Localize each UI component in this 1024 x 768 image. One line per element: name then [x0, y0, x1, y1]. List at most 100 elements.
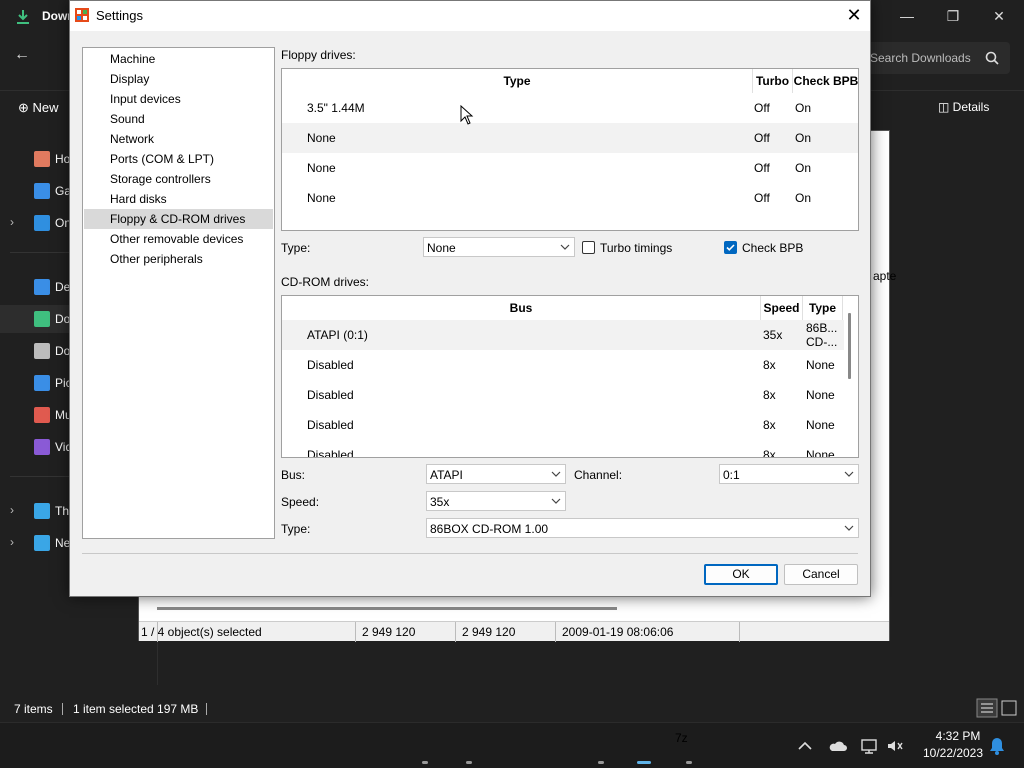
- checkmark-icon: [726, 244, 735, 251]
- view-toggle-icons[interactable]: [976, 698, 1020, 718]
- network-icon[interactable]: [860, 737, 878, 755]
- cdrom-disabled-icon: [286, 417, 302, 433]
- dialog-title: Settings: [96, 8, 143, 23]
- this-pc-icon: [34, 503, 50, 519]
- cdrom-type-dropdown[interactable]: 86BOX CD-ROM 1.00: [426, 518, 859, 538]
- clock-date[interactable]: 10/22/2023: [918, 746, 988, 760]
- cdrom-col-type[interactable]: Type: [803, 296, 843, 320]
- floppy-row[interactable]: 3.5" 1.44M Off On: [282, 93, 858, 123]
- floppy-turbo-cell: Off: [754, 191, 770, 205]
- status-divider: [455, 622, 456, 642]
- floppy-type-cell: None: [307, 191, 336, 205]
- 86box-icon[interactable]: [631, 731, 659, 759]
- cdrom-speed-cell: 8x: [763, 358, 776, 372]
- svg-text:7z: 7z: [675, 731, 688, 745]
- cdrom-disabled-icon: [286, 357, 302, 373]
- cdrom-row[interactable]: Disabled 8x None: [282, 350, 844, 380]
- floppy-col-turbo[interactable]: Turbo: [753, 69, 793, 93]
- cdrom-col-bus[interactable]: Bus: [282, 296, 761, 320]
- cdrom-bus-dropdown[interactable]: ATAPI: [426, 464, 566, 484]
- floppy-row[interactable]: None Off On: [282, 153, 858, 183]
- category-machine[interactable]: Machine: [84, 49, 273, 69]
- hard-disks-icon: [86, 191, 102, 207]
- running-indicator: [466, 761, 472, 764]
- cdrom-type-cell: None: [806, 388, 835, 402]
- cdrom-speed-cell: 8x: [763, 388, 776, 402]
- category-floppy-cd-rom-drives[interactable]: Floppy & CD-ROM drives: [84, 209, 273, 229]
- cdrom-disabled-icon: [286, 387, 302, 403]
- cdrom-type-label: Type:: [281, 522, 311, 536]
- file-explorer-icon[interactable]: [411, 731, 439, 759]
- close-button[interactable]: ✕: [976, 4, 1022, 28]
- horizontal-scrollbar[interactable]: [157, 607, 617, 610]
- onedrive-icon[interactable]: [828, 737, 848, 755]
- cdrom-row[interactable]: Disabled 8x None: [282, 440, 844, 457]
- category-ports-com-lpt[interactable]: Ports (COM & LPT): [84, 149, 273, 169]
- cdrom-row[interactable]: Disabled 8x None: [282, 410, 844, 440]
- chevron-right-icon[interactable]: ›: [10, 535, 14, 549]
- floppy-type-value: None: [427, 241, 456, 255]
- cdrom-table-scrollbar[interactable]: [848, 313, 851, 379]
- category-hard-disks[interactable]: Hard disks: [84, 189, 273, 209]
- storage-controllers-icon: [86, 171, 102, 187]
- sound-icon: [86, 111, 102, 127]
- search-button-icon[interactable]: [367, 731, 395, 759]
- cdrom-row[interactable]: Disabled 8x None: [282, 380, 844, 410]
- chevron-right-icon[interactable]: ›: [10, 503, 14, 517]
- status-divider: [62, 703, 63, 715]
- volume-muted-icon[interactable]: [886, 737, 904, 755]
- app-c-icon[interactable]: [543, 731, 571, 759]
- music-icon: [34, 407, 50, 423]
- chevron-up-icon[interactable]: [796, 739, 814, 753]
- chevron-down-icon: [844, 471, 854, 477]
- gallery-icon: [34, 183, 50, 199]
- back-arrow-icon[interactable]: ←: [14, 46, 30, 64]
- onedrive-icon: [34, 215, 50, 231]
- downloads-icon: [34, 311, 50, 327]
- cdrom-row[interactable]: ATAPI (0:1) 35x 86B... CD-...: [282, 320, 844, 350]
- cdrom-channel-value: 0:1: [723, 468, 740, 482]
- floppy-col-check-bpb[interactable]: Check BPB: [793, 69, 858, 93]
- category-sound[interactable]: Sound: [84, 109, 273, 129]
- turbo-timings-checkbox[interactable]: [582, 241, 595, 254]
- cdrom-col-speed[interactable]: Speed: [761, 296, 803, 320]
- maximize-button[interactable]: ❐: [930, 4, 976, 28]
- start-button-icon[interactable]: [323, 731, 351, 759]
- running-indicator: [598, 761, 604, 764]
- category-other-peripherals[interactable]: Other peripherals: [84, 249, 273, 269]
- input-devices-icon: [86, 91, 102, 107]
- clock-time[interactable]: 4:32 PM: [928, 729, 988, 743]
- category-network[interactable]: Network: [84, 129, 273, 149]
- chevron-down-icon: [844, 525, 854, 531]
- ok-button[interactable]: OK: [704, 564, 778, 585]
- category-label: Sound: [110, 112, 145, 126]
- category-input-devices[interactable]: Input devices: [84, 89, 273, 109]
- chrome-icon[interactable]: [455, 731, 483, 759]
- cancel-button[interactable]: Cancel: [784, 564, 858, 585]
- status-divider: [206, 703, 207, 715]
- explorer-search-box[interactable]: Search Downloads: [860, 42, 1010, 74]
- floppy-row[interactable]: None Off On: [282, 123, 858, 153]
- floppy-row[interactable]: None Off On: [282, 183, 858, 213]
- floppy-type-dropdown[interactable]: None: [423, 237, 575, 257]
- cdrom-speed-dropdown[interactable]: 35x: [426, 491, 566, 511]
- new-button[interactable]: ⊕ New: [18, 100, 59, 116]
- category-storage-controllers[interactable]: Storage controllers: [84, 169, 273, 189]
- chevron-down-icon: [551, 498, 561, 504]
- minimize-button[interactable]: —: [884, 4, 930, 28]
- cdrom-channel-dropdown[interactable]: 0:1: [719, 464, 859, 484]
- check-bpb-checkbox[interactable]: [724, 241, 737, 254]
- details-button[interactable]: ◫ Details: [938, 100, 989, 114]
- floppy-disabled-icon: [286, 130, 302, 146]
- dialog-close-button[interactable]: ✕: [840, 4, 868, 28]
- floppy-check-bpb-cell: On: [795, 191, 812, 205]
- details-label: Details: [952, 100, 990, 114]
- 7zip-icon[interactable]: 7z: [675, 731, 703, 759]
- app-red-icon[interactable]: [499, 731, 527, 759]
- chevron-right-icon[interactable]: ›: [10, 215, 14, 229]
- floppy-col-type[interactable]: Type: [282, 69, 753, 93]
- category-display[interactable]: Display: [84, 69, 273, 89]
- notification-bell-icon[interactable]: [988, 736, 1006, 756]
- app-recorder-icon[interactable]: [587, 731, 615, 759]
- category-other-removable-devices[interactable]: Other removable devices: [84, 229, 273, 249]
